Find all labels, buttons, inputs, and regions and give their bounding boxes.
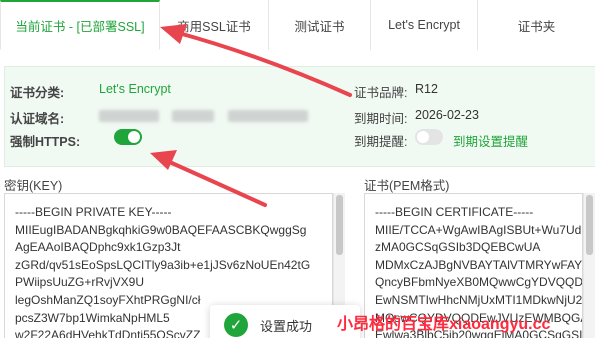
- domain-value-redacted: [99, 108, 308, 122]
- toast-message: 设置成功: [260, 318, 313, 334]
- cert-line: EwNSMTIwHhcNMjUxMTI1MDkwNjU2: [375, 292, 583, 307]
- cert-line: QncyBFbmNyeXB0MQwwCgYDVQQD: [375, 275, 583, 290]
- cert-line: MIIE/TCCA+WgAwIBAgISBUt+Wu7UdI: [375, 222, 583, 237]
- category-value: Let's Encrypt: [99, 82, 171, 96]
- watermark-text: 小昂格的百宝库xiaoangyu.cc: [337, 316, 551, 333]
- cert-line: zMA0GCSqGSIb3DQEBCwUA: [375, 240, 541, 255]
- cert-scrollbar[interactable]: [583, 193, 595, 338]
- reminder-settings-link[interactable]: 到期设置提醒: [453, 131, 528, 150]
- check-circle-icon: ✓: [224, 313, 248, 337]
- expiry-value: 2026-02-23: [415, 108, 479, 122]
- tab-current-cert[interactable]: 当前证书 - [已部署SSL]: [0, 0, 160, 50]
- key-scrollbar-thumb[interactable]: [336, 195, 343, 255]
- expiry-reminder-toggle[interactable]: [415, 129, 443, 145]
- brand-label: 证书品牌:: [354, 86, 408, 100]
- category-label: 证书分类:: [10, 86, 65, 100]
- key-line: AgEAAoIBAQDphc9xk1Gzp3Jt: [15, 240, 181, 255]
- key-line: PWiipsUuZG+rRvjVX9U: [15, 275, 145, 290]
- key-line: -----BEGIN PRIVATE KEY-----: [15, 205, 172, 219]
- cert-line: -----BEGIN CERTIFICATE-----: [375, 205, 534, 219]
- key-line: MIIEugIBADANBgkqhkiG9w0BAQEFAASCBKQwggSg: [15, 222, 307, 237]
- reminder-label: 到期提醒:: [354, 135, 408, 149]
- cert-label: 证书(PEM格式): [364, 179, 450, 193]
- key-line: zGRd/qv51sEoSpsLQCITly9a3ib+e1jJSv6zNoUE…: [15, 257, 311, 272]
- key-label: 密钥(KEY): [4, 179, 63, 193]
- toggle-knob: [417, 131, 429, 143]
- cert-scrollbar-thumb[interactable]: [586, 195, 593, 255]
- cert-line: MDMxCzAJBgNVBAYTAlVTMRYwFAYD: [375, 257, 583, 272]
- domain-label: 认证域名:: [10, 112, 65, 126]
- tab-commercial-ssl[interactable]: 商用SSL证书: [160, 0, 269, 50]
- force-https-toggle[interactable]: [114, 129, 142, 145]
- ssl-tabs: 当前证书 - [已部署SSL] 商用SSL证书 测试证书 Let's Encry…: [0, 0, 595, 50]
- toggle-knob: [128, 131, 140, 143]
- https-label: 强制HTTPS:: [10, 135, 81, 149]
- tab-test-cert[interactable]: 测试证书: [269, 0, 371, 50]
- tab-lets-encrypt[interactable]: Let's Encrypt: [371, 0, 478, 50]
- brand-value: R12: [415, 82, 438, 96]
- expiry-label: 到期时间:: [354, 112, 408, 126]
- tab-cert-folder[interactable]: 证书夹: [478, 0, 595, 50]
